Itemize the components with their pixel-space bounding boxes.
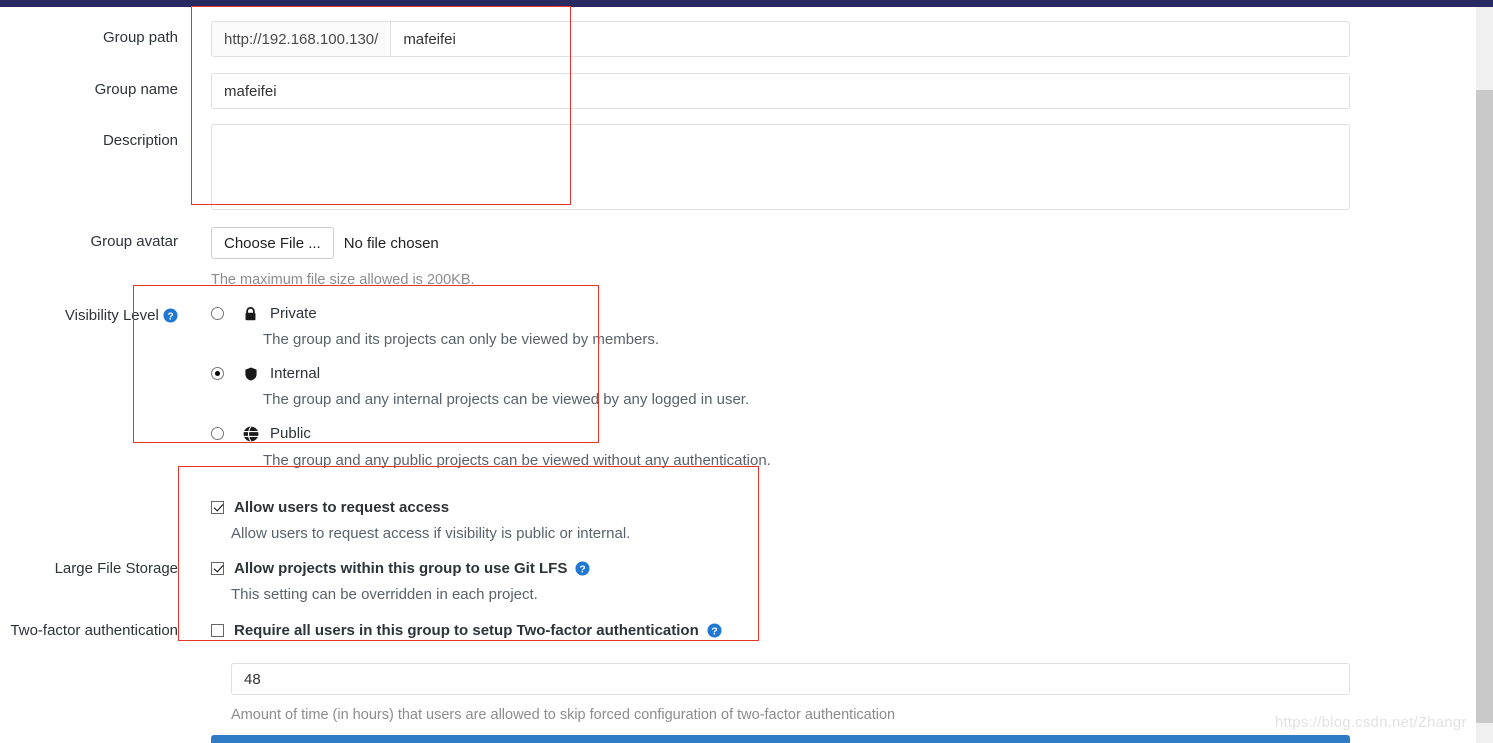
git-lfs-checkbox-row[interactable]: Allow projects within this group to use …	[211, 560, 590, 577]
group-settings-form: Group path http://192.168.100.130/ mafei…	[0, 7, 1476, 743]
app-top-navbar	[0, 0, 1493, 7]
request-access-label: Allow users to request access	[234, 499, 450, 516]
two-factor-label: Two-factor authentication	[10, 622, 178, 639]
visibility-internal-label: Internal	[270, 365, 321, 382]
checkbox-git-lfs[interactable]	[211, 562, 224, 575]
grace-period-hint: Amount of time (in hours) that users are…	[231, 707, 896, 723]
radio-internal[interactable]	[211, 367, 224, 380]
svg-text:?: ?	[711, 626, 717, 637]
group-avatar-label: Group avatar	[90, 233, 178, 250]
visibility-internal-description: The group and any internal projects can …	[263, 391, 750, 408]
description-textarea[interactable]	[211, 124, 1350, 210]
choose-file-button[interactable]: Choose File ...	[211, 227, 334, 259]
row-group-path: Group path http://192.168.100.130/ mafei…	[0, 21, 1476, 63]
visibility-level-label-text: Visibility Level	[64, 307, 159, 324]
page-root: Group path http://192.168.100.130/ mafei…	[0, 0, 1493, 743]
visibility-public-label: Public	[270, 425, 311, 442]
shield-icon	[242, 365, 259, 382]
group-path-input-group[interactable]: http://192.168.100.130/ mafeifei	[211, 21, 1350, 57]
visibility-private-label: Private	[270, 305, 317, 322]
row-group-avatar: Group avatar Choose File ... No file cho…	[0, 227, 1476, 288]
grace-period-input[interactable]: 48	[231, 663, 1350, 695]
row-description: Description	[0, 124, 1476, 210]
visibility-level-label: Visibility Level ?	[0, 307, 178, 325]
checkbox-two-factor[interactable]	[211, 624, 224, 637]
row-large-file-storage: Large File Storage Allow projects within…	[0, 560, 1476, 615]
avatar-size-hint: The maximum file size allowed is 200KB.	[211, 272, 475, 288]
checkbox-request-access[interactable]	[211, 501, 224, 514]
radio-public[interactable]	[211, 427, 224, 440]
visibility-private-description: The group and its projects can only be v…	[263, 331, 660, 348]
visibility-option-public[interactable]: Public	[211, 425, 311, 442]
request-access-description: Allow users to request access if visibil…	[231, 525, 631, 542]
two-factor-checkbox-row[interactable]: Require all users in this group to setup…	[211, 622, 722, 639]
row-grace-period: 48 Amount of time (in hours) that users …	[0, 663, 1476, 733]
visibility-option-private[interactable]: Private	[211, 305, 317, 322]
chosen-file-name: No file chosen	[343, 234, 439, 252]
save-group-button[interactable]	[211, 735, 1350, 743]
group-path-prefix: http://192.168.100.130/	[211, 21, 391, 57]
vertical-scrollbar-thumb[interactable]	[1476, 90, 1493, 723]
globe-icon	[242, 425, 259, 442]
request-access-checkbox-row[interactable]: Allow users to request access	[211, 499, 449, 516]
two-factor-checkbox-label: Require all users in this group to setup…	[234, 622, 699, 639]
row-two-factor: Two-factor authentication Require all us…	[0, 622, 1476, 658]
large-file-storage-label: Large File Storage	[54, 560, 178, 577]
visibility-option-internal[interactable]: Internal	[211, 365, 320, 382]
question-circle-icon[interactable]: ?	[163, 308, 178, 323]
row-visibility-level: Visibility Level ? Private The group and…	[0, 302, 1476, 469]
radio-private[interactable]	[211, 307, 224, 320]
avatar-file-picker[interactable]: Choose File ... No file chosen	[211, 227, 439, 259]
group-name-input[interactable]: mafeifei	[211, 73, 1350, 109]
question-circle-icon[interactable]: ?	[707, 623, 722, 638]
svg-text:?: ?	[580, 564, 586, 575]
lock-icon	[242, 305, 259, 322]
visibility-public-description: The group and any public projects can be…	[263, 452, 771, 469]
group-path-input[interactable]: mafeifei	[390, 21, 1350, 57]
question-circle-icon[interactable]: ?	[575, 561, 590, 576]
watermark-text: https://blog.csdn.net/Zhangr	[1275, 714, 1467, 731]
git-lfs-label: Allow projects within this group to use …	[234, 560, 568, 577]
row-request-access: Allow users to request access Allow user…	[0, 499, 1476, 554]
group-name-label: Group name	[94, 81, 178, 98]
svg-text:?: ?	[167, 311, 173, 322]
row-group-name: Group name mafeifei	[0, 73, 1476, 115]
git-lfs-description: This setting can be overridden in each p…	[231, 586, 538, 603]
description-label: Description	[102, 132, 178, 149]
group-path-label: Group path	[102, 29, 178, 46]
